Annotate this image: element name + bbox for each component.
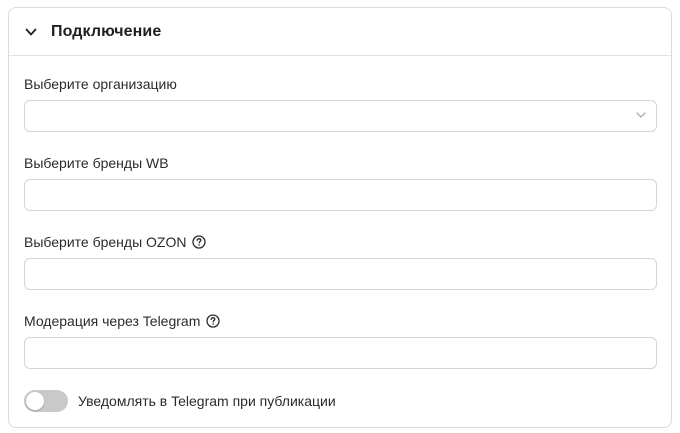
notify-toggle-label: Уведомлять в Telegram при публикации bbox=[78, 393, 336, 409]
help-icon[interactable] bbox=[206, 314, 221, 328]
telegram-moderation-label-text: Модерация через Telegram bbox=[24, 313, 201, 329]
brands-wb-label: Выберите бренды WB bbox=[24, 154, 169, 172]
organization-select-input[interactable] bbox=[24, 100, 657, 132]
organization-label-text: Выберите организацию bbox=[24, 76, 177, 92]
brands-ozon-label-text: Выберите бренды OZON bbox=[24, 234, 187, 250]
telegram-moderation-label: Модерация через Telegram bbox=[24, 312, 221, 330]
chevron-down-icon[interactable] bbox=[635, 109, 647, 121]
connection-form: Выберите организацию Выберите бренды WB … bbox=[9, 0, 671, 433]
telegram-moderation-input[interactable] bbox=[24, 337, 657, 369]
organization-select[interactable] bbox=[24, 100, 657, 132]
brands-ozon-input[interactable] bbox=[24, 258, 657, 290]
brands-wb-input[interactable] bbox=[24, 179, 657, 211]
brands-wb-label-text: Выберите бренды WB bbox=[24, 155, 169, 171]
help-icon[interactable] bbox=[192, 235, 207, 249]
organization-label: Выберите организацию bbox=[24, 75, 177, 93]
brands-ozon-label: Выберите бренды OZON bbox=[24, 233, 207, 251]
notify-toggle-row: Уведомлять в Telegram при публикации bbox=[24, 390, 336, 412]
notify-telegram-toggle[interactable] bbox=[24, 390, 68, 412]
toggle-knob bbox=[26, 392, 44, 410]
